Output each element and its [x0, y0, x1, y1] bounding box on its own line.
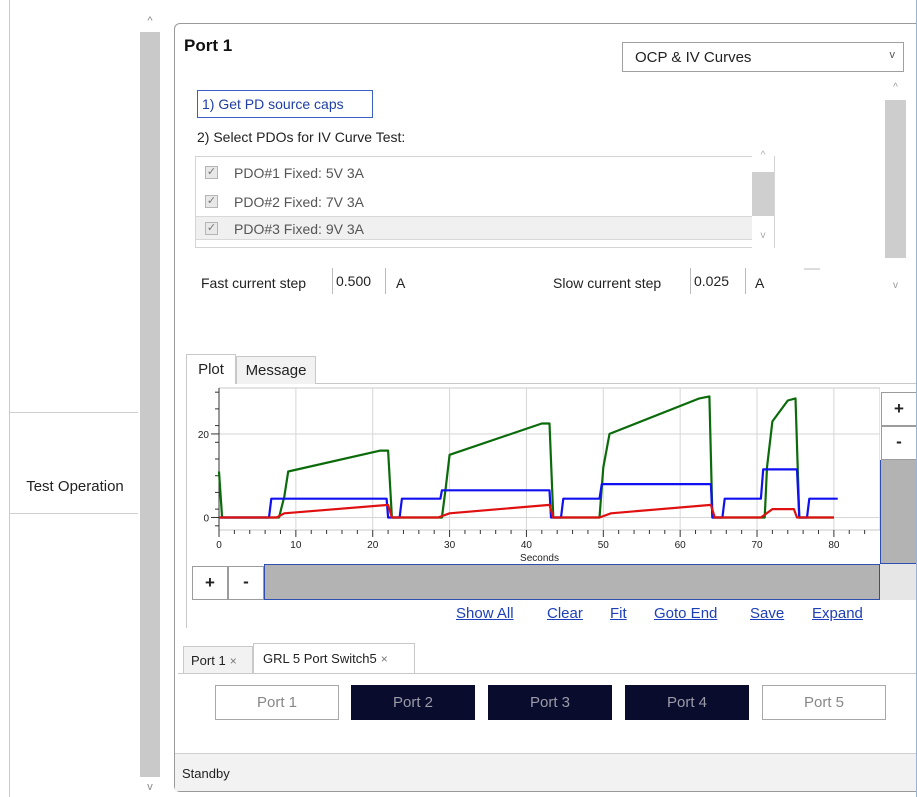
clear-link[interactable]: Clear	[547, 605, 583, 622]
goto-end-link[interactable]: Goto End	[654, 605, 717, 622]
test-mode-value: OCP & IV Curves	[635, 49, 752, 66]
port-4-button[interactable]: Port 4	[625, 685, 749, 720]
select-pdos-label: 2) Select PDOs for IV Curve Test:	[197, 129, 406, 145]
pdo-list: ✓ PDO#1 Fixed: 5V 3A ✓ PDO#2 Fixed: 7V 3…	[195, 156, 775, 248]
doc-tab-label: GRL 5 Port Switch5	[263, 651, 377, 666]
expand-link[interactable]: Expand	[812, 605, 863, 622]
tab-message[interactable]: Message	[236, 356, 316, 384]
pdo-label: PDO#1 Fixed: 5V 3A	[234, 165, 364, 181]
tab-plot[interactable]: Plot	[186, 354, 236, 384]
fast-step-unit: A	[396, 275, 406, 291]
checkbox-checked-icon[interactable]: ✓	[205, 222, 218, 235]
save-link[interactable]: Save	[750, 605, 784, 622]
pdo-scroll-thumb[interactable]	[752, 172, 774, 216]
checkbox-checked-icon[interactable]: ✓	[205, 166, 218, 179]
doc-tab-port1[interactable]: Port 1 ×	[183, 646, 253, 673]
close-icon[interactable]: ×	[381, 652, 388, 666]
settings-scroll-thumb[interactable]	[885, 100, 906, 258]
page-title: Port 1	[184, 36, 233, 55]
show-all-link[interactable]: Show All	[456, 605, 514, 622]
x-tick-label: 80	[828, 540, 840, 551]
y-zoom-out-button[interactable]: -	[881, 426, 917, 460]
scroll-up-icon[interactable]: ^	[885, 78, 906, 98]
slow-step-label: Slow current step	[553, 275, 662, 291]
outer-scrollbar[interactable]	[140, 12, 160, 797]
y-tick-label: 0	[203, 513, 209, 524]
x-scrollbar[interactable]	[264, 564, 880, 600]
nav-divider	[10, 513, 138, 514]
x-tick-label: 50	[598, 540, 610, 551]
x-tick-label: 20	[367, 540, 379, 551]
doc-tab-label: Port 1	[191, 653, 226, 668]
scroll-corner	[880, 564, 917, 600]
x-tick-label: 70	[751, 540, 763, 551]
fast-step-label: Fast current step	[201, 275, 307, 291]
scroll-up-icon[interactable]: ^	[140, 10, 160, 32]
y-zoom-in-button[interactable]: +	[881, 392, 917, 426]
scroll-down-icon[interactable]: v	[885, 276, 906, 296]
scroll-up-icon[interactable]: ^	[752, 150, 774, 166]
port-2-button[interactable]: Port 2	[351, 685, 475, 720]
port-1-button[interactable]: Port 1	[215, 685, 339, 720]
fast-step-input[interactable]: 0.500	[332, 268, 386, 294]
doc-tab-port-switch[interactable]: GRL 5 Port Switch5 ×	[253, 643, 415, 673]
x-zoom-out-button[interactable]: -	[228, 566, 264, 600]
x-tick-label: 30	[444, 540, 456, 551]
y-scrollbar[interactable]	[880, 460, 917, 564]
x-tick-label: 40	[521, 540, 533, 551]
x-tick-label: 60	[675, 540, 687, 551]
scroll-down-icon[interactable]: v	[140, 777, 160, 797]
pdo-list-item[interactable]: ✓ PDO#1 Fixed: 5V 3A	[196, 161, 752, 185]
nav-item-test-operation[interactable]: Test Operation	[10, 478, 140, 495]
x-tick-label: 10	[290, 540, 302, 551]
x-tick-label: 0	[216, 540, 222, 551]
get-source-caps-button[interactable]: 1) Get PD source caps	[197, 90, 373, 118]
port-3-button[interactable]: Port 3	[488, 685, 612, 720]
pdo-label: PDO#3 Fixed: 9V 3A	[234, 221, 364, 237]
x-zoom-in-button[interactable]: +	[192, 566, 228, 600]
status-bar: Standby	[175, 753, 917, 791]
x-axis-label: Seconds	[520, 553, 559, 564]
fit-link[interactable]: Fit	[610, 605, 627, 622]
pdo-label: PDO#2 Fixed: 7V 3A	[234, 194, 364, 210]
port-5-button[interactable]: Port 5	[762, 685, 886, 720]
slow-step-input[interactable]: 0.025	[690, 268, 746, 294]
checkbox-checked-icon[interactable]: ✓	[205, 195, 218, 208]
nav-divider	[10, 412, 138, 413]
pdo-list-item[interactable]: ✓ PDO#3 Fixed: 9V 3A	[196, 216, 752, 240]
pdo-list-item[interactable]: ✓ PDO#2 Fixed: 7V 3A	[196, 190, 752, 214]
y-tick-label: 20	[198, 430, 210, 441]
divider	[804, 268, 820, 270]
scroll-down-icon[interactable]: v	[752, 230, 774, 246]
iv-curve-chart: 0 10 20 30 40 50 60 70 80 0 20 Seconds	[198, 387, 880, 564]
left-nav-panel	[9, 0, 140, 797]
test-mode-select[interactable]: OCP & IV Curves v	[622, 42, 904, 72]
slow-step-unit: A	[755, 275, 765, 291]
chevron-down-icon: v	[889, 49, 896, 61]
close-icon[interactable]: ×	[230, 654, 237, 668]
